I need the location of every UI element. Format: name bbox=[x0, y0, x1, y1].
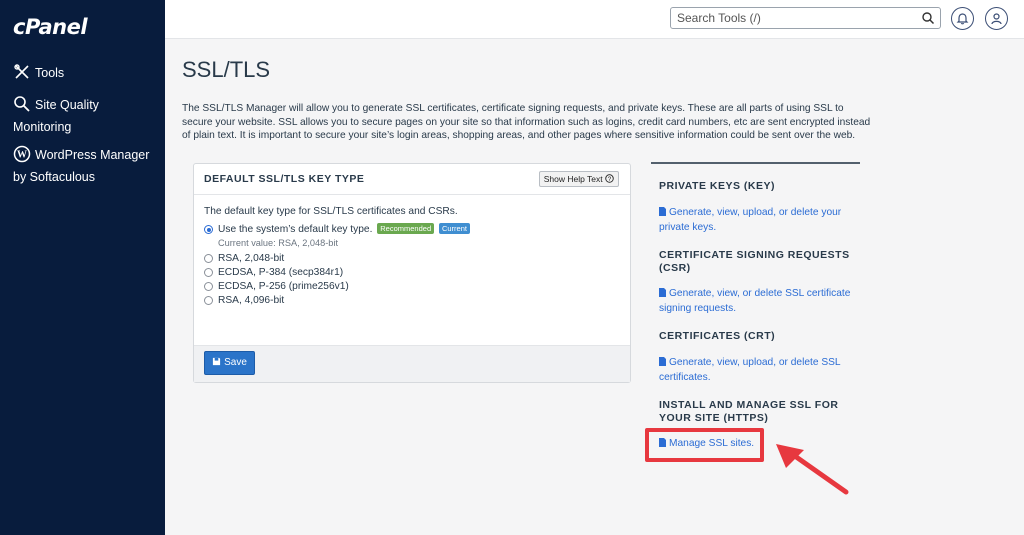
sidebar-item-label: Site Quality bbox=[35, 98, 99, 112]
wordpress-icon: W bbox=[13, 145, 31, 163]
svg-text:?: ? bbox=[608, 176, 612, 183]
help-button-label: Show Help Text bbox=[543, 174, 603, 184]
save-button[interactable]: Save bbox=[204, 351, 255, 375]
sidebar-item-label: Tools bbox=[35, 66, 65, 80]
magnifier-icon bbox=[14, 96, 30, 112]
csr-link-text: Generate, view, or delete SSL certificat… bbox=[659, 288, 851, 314]
panel-footer: Save bbox=[194, 345, 630, 382]
sidebar-item-label: WordPress Manager bbox=[35, 148, 150, 162]
private-keys-heading: PRIVATE KEYS (KEY) bbox=[659, 180, 775, 192]
sidebar-item-label-2: by Softaculous bbox=[13, 170, 95, 184]
panel-title: DEFAULT SSL/TLS KEY TYPE bbox=[204, 173, 365, 185]
panel-lead-text: The default key type for SSL/TLS certifi… bbox=[204, 206, 458, 217]
private-keys-link-text: Generate, view, upload, or delete your p… bbox=[659, 207, 842, 233]
help-circle-icon: ? bbox=[605, 174, 614, 183]
sidebar: cPanel Tools Site Quality Monitoring W W… bbox=[0, 0, 165, 535]
bell-icon bbox=[956, 13, 969, 25]
certificates-heading: CERTIFICATES (CRT) bbox=[659, 330, 776, 342]
option-label: ECDSA, P-384 (secp384r1) bbox=[218, 267, 344, 278]
option-rsa-2048[interactable]: RSA, 2,048-bit bbox=[204, 252, 620, 266]
radio-ecdsa-p256[interactable] bbox=[204, 282, 213, 291]
radio-rsa-4096[interactable] bbox=[204, 296, 213, 305]
sidebar-item-wordpress-manager[interactable]: W WordPress Manager by Softaculous bbox=[13, 144, 149, 188]
panel-header: DEFAULT SSL/TLS KEY TYPE Show Help Text … bbox=[194, 164, 630, 195]
tools-icon bbox=[14, 64, 29, 79]
notifications-button[interactable] bbox=[951, 7, 974, 30]
cpanel-logo[interactable]: cPanel bbox=[13, 15, 88, 39]
option-rsa-4096[interactable]: RSA, 4,096-bit bbox=[204, 294, 620, 308]
sidebar-item-site-quality[interactable]: Site Quality Monitoring bbox=[13, 94, 99, 138]
private-keys-link[interactable]: Generate, view, upload, or delete your p… bbox=[659, 206, 859, 235]
current-badge: Current bbox=[438, 223, 470, 234]
document-icon bbox=[659, 288, 666, 297]
install-manage-ssl-heading: INSTALL AND MANAGE SSL FOR YOUR SITE (HT… bbox=[659, 399, 839, 424]
certificates-link-text: Generate, view, upload, or delete SSL ce… bbox=[659, 357, 841, 383]
search-box bbox=[670, 7, 941, 29]
option-label: RSA, 4,096-bit bbox=[218, 295, 285, 306]
csr-link[interactable]: Generate, view, or delete SSL certificat… bbox=[659, 287, 859, 316]
option-label: Use the system’s default key type. bbox=[218, 224, 373, 235]
sidebar-item-tools[interactable]: Tools bbox=[13, 62, 64, 84]
current-value-text: Current value: RSA, 2,048-bit bbox=[218, 238, 339, 248]
search-icon[interactable] bbox=[921, 11, 935, 25]
page-intro: The SSL/TLS Manager will allow you to ge… bbox=[182, 103, 871, 141]
page-title: SSL/TLS bbox=[182, 57, 271, 82]
csr-heading: CERTIFICATE SIGNING REQUESTS (CSR) bbox=[659, 249, 850, 274]
default-key-type-panel: DEFAULT SSL/TLS KEY TYPE Show Help Text … bbox=[193, 163, 631, 383]
option-label: RSA, 2,048-bit bbox=[218, 253, 285, 264]
option-ecdsa-p384[interactable]: ECDSA, P-384 (secp384r1) bbox=[204, 266, 620, 280]
show-help-text-button[interactable]: Show Help Text ? bbox=[538, 171, 619, 187]
document-icon bbox=[659, 207, 666, 216]
floppy-disk-icon bbox=[212, 357, 221, 366]
option-ecdsa-p256[interactable]: ECDSA, P-256 (prime256v1) bbox=[204, 280, 620, 294]
recommended-badge: Recommended bbox=[377, 223, 435, 234]
radio-ecdsa-p384[interactable] bbox=[204, 268, 213, 277]
option-system-default[interactable]: Use the system’s default key type. Recom… bbox=[204, 223, 620, 237]
sidebar-item-label-2: Monitoring bbox=[13, 120, 72, 134]
highlight-box bbox=[645, 428, 764, 462]
user-menu-button[interactable] bbox=[985, 7, 1008, 30]
panel-body: The default key type for SSL/TLS certifi… bbox=[194, 195, 630, 308]
user-icon bbox=[991, 13, 1002, 25]
pointer-arrow-icon bbox=[776, 444, 849, 495]
certificates-link[interactable]: Generate, view, upload, or delete SSL ce… bbox=[659, 356, 859, 385]
radio-system-default[interactable] bbox=[204, 225, 213, 234]
radio-rsa-2048[interactable] bbox=[204, 254, 213, 263]
document-icon bbox=[659, 357, 666, 366]
option-label: ECDSA, P-256 (prime256v1) bbox=[218, 281, 349, 292]
ssl-links-column: PRIVATE KEYS (KEY) Generate, view, uploa… bbox=[651, 162, 860, 449]
svg-text:W: W bbox=[17, 150, 27, 161]
search-input[interactable] bbox=[671, 8, 911, 28]
save-button-label: Save bbox=[224, 357, 247, 368]
top-bar bbox=[165, 0, 1024, 39]
